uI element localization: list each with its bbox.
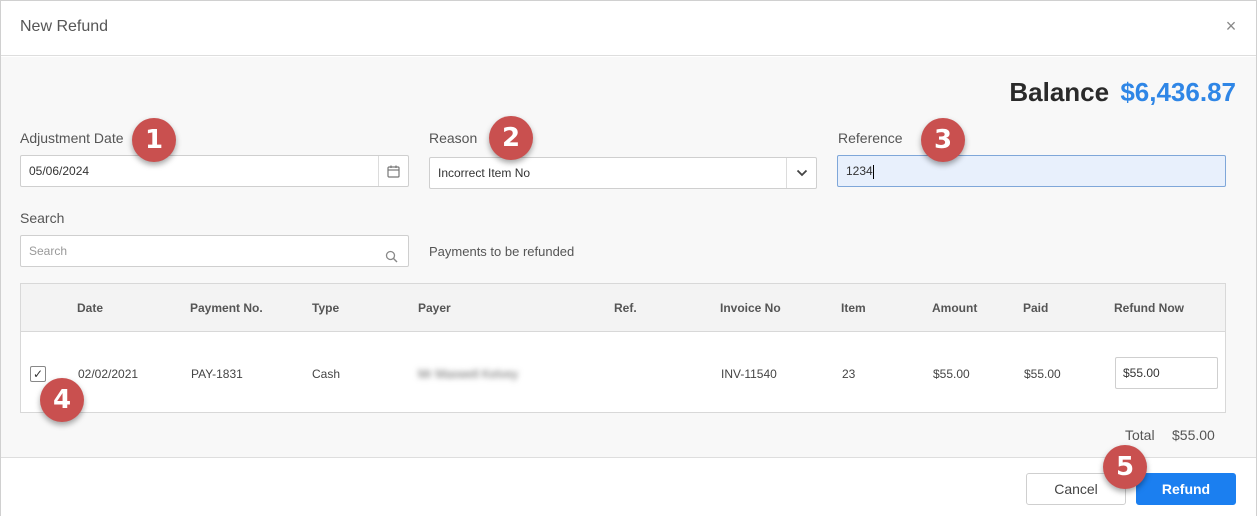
calendar-icon[interactable] <box>378 156 408 186</box>
search-placeholder: Search <box>29 244 68 258</box>
row-checkbox[interactable]: ✓ <box>30 366 46 382</box>
annotation-badge-1: 1 <box>132 118 176 162</box>
dialog-footer: Cancel Refund <box>1 457 1256 516</box>
payments-table: Date Payment No. Type Payer Ref. Invoice… <box>20 283 1226 413</box>
search-icon[interactable] <box>385 244 398 274</box>
reference-input[interactable]: 1234 <box>837 155 1226 187</box>
dialog-body: Balance $6,436.87 Adjustment Date 05/06/… <box>1 57 1256 457</box>
dialog-title: New Refund <box>20 18 109 35</box>
close-icon[interactable]: × <box>1222 17 1240 35</box>
reason-select[interactable]: Incorrect Item No <box>429 157 817 189</box>
col-header-item: Item <box>841 301 866 315</box>
annotation-badge-5: 5 <box>1103 445 1147 489</box>
reason-value: Incorrect Item No <box>438 166 531 180</box>
col-header-invoice-no: Invoice No <box>720 301 781 315</box>
cell-amount: $55.00 <box>933 367 970 381</box>
reason-label: Reason <box>429 130 478 146</box>
cell-payer: Mr Maxwell Kelvey <box>418 367 519 381</box>
col-header-ref: Ref. <box>614 301 637 315</box>
search-input[interactable]: Search <box>20 235 409 267</box>
cell-type: Cash <box>312 367 341 381</box>
cell-payment-no: PAY-1831 <box>191 367 243 381</box>
col-header-refund-now: Refund Now <box>1114 301 1184 315</box>
cell-invoice-no: INV-11540 <box>721 367 777 381</box>
new-refund-dialog: New Refund × Balance $6,436.87 Adjustmen… <box>0 0 1257 516</box>
col-header-date: Date <box>77 301 104 315</box>
adjustment-date-label: Adjustment Date <box>20 130 124 146</box>
cell-paid: $55.00 <box>1024 367 1061 381</box>
adjustment-date-field[interactable]: 05/06/2024 <box>20 155 409 187</box>
balance-display: Balance $6,436.87 <box>1009 77 1236 108</box>
cell-date: 02/02/2021 <box>78 367 139 381</box>
reference-value: 1234 <box>846 164 873 178</box>
text-cursor <box>872 164 874 179</box>
col-header-type: Type <box>312 301 340 315</box>
balance-label: Balance <box>1009 77 1110 107</box>
cell-item: 23 <box>842 367 856 381</box>
col-header-paid: Paid <box>1023 301 1049 315</box>
col-header-amount: Amount <box>932 301 978 315</box>
table-header: Date Payment No. Type Payer Ref. Invoice… <box>21 284 1225 332</box>
refund-now-input[interactable]: $55.00 <box>1115 357 1218 389</box>
payments-caption: Payments to be refunded <box>429 244 575 259</box>
total-value: $55.00 <box>1172 427 1215 443</box>
dialog-header: New Refund × <box>1 1 1256 56</box>
annotation-badge-2: 2 <box>489 116 533 160</box>
total-label: Total <box>1125 427 1155 443</box>
reference-label: Reference <box>838 130 903 146</box>
adjustment-date-value: 05/06/2024 <box>29 164 90 178</box>
balance-amount: $6,436.87 <box>1120 77 1236 107</box>
search-label: Search <box>20 210 65 226</box>
annotation-badge-4: 4 <box>40 378 84 422</box>
col-header-payment-no: Payment No. <box>190 301 263 315</box>
refund-button[interactable]: Refund <box>1136 473 1236 505</box>
annotation-badge-3: 3 <box>921 118 965 162</box>
chevron-down-icon[interactable] <box>786 158 816 188</box>
col-header-payer: Payer <box>418 301 451 315</box>
